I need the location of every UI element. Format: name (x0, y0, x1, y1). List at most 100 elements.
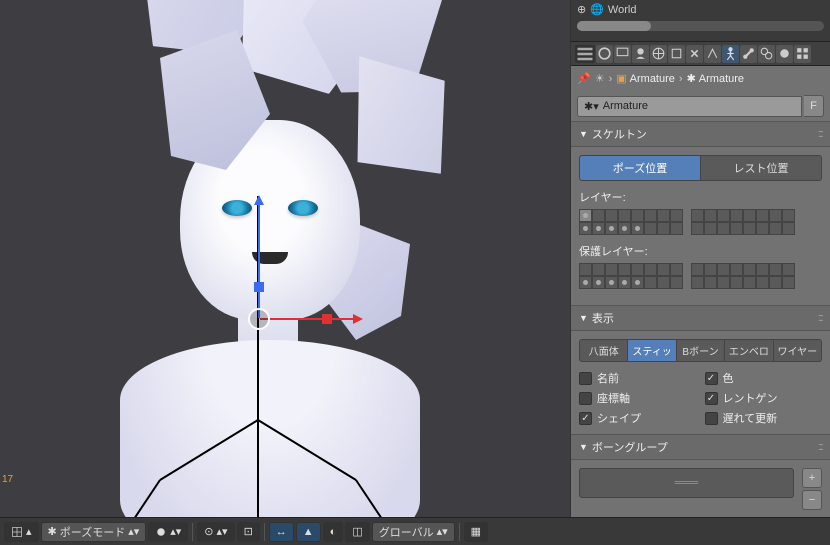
outliner[interactable]: ⊕ 🌐 World (571, 0, 830, 42)
gizmo-z-handle[interactable] (254, 282, 264, 292)
layer-cell[interactable] (657, 209, 670, 222)
rest-position-button[interactable]: レスト位置 (701, 155, 822, 181)
layer-cell[interactable] (631, 276, 644, 289)
fake-user-button[interactable]: F (804, 95, 824, 117)
layer-cell[interactable] (631, 222, 644, 235)
gizmo-x-axis[interactable] (260, 318, 360, 320)
layer-cell[interactable] (769, 263, 782, 276)
tab-scene[interactable] (632, 45, 649, 63)
orientation-select[interactable]: グローバル▴▾ (372, 522, 455, 542)
layer-cell[interactable] (743, 222, 756, 235)
tab-physics[interactable] (776, 45, 793, 63)
layer-cell[interactable] (782, 276, 795, 289)
panel-header-display[interactable]: ▼ 表示 :::: (571, 306, 830, 331)
layer-cell[interactable] (717, 222, 730, 235)
panel-grip-icon[interactable]: :::: (818, 441, 822, 453)
layer-cell[interactable] (743, 263, 756, 276)
tab-modifiers[interactable] (704, 45, 721, 63)
expand-icon[interactable]: ⊕ (577, 3, 586, 16)
layer-cell[interactable] (704, 209, 717, 222)
layer-cell[interactable] (644, 276, 657, 289)
layer-cell[interactable] (618, 222, 631, 235)
layer-cell[interactable] (618, 276, 631, 289)
layer-cell[interactable] (756, 222, 769, 235)
layer-cell[interactable] (605, 209, 618, 222)
layer-cell[interactable] (605, 263, 618, 276)
3d-viewport[interactable]: 17 (0, 0, 570, 517)
layer-cell[interactable] (743, 276, 756, 289)
panel-grip-icon[interactable]: :::: (818, 312, 822, 324)
layer-cell[interactable] (691, 209, 704, 222)
gizmo-center[interactable] (248, 308, 270, 330)
checkbox-xray[interactable] (705, 392, 718, 405)
datablock-name-field[interactable]: ✱▾ (577, 96, 802, 117)
layer-cell[interactable] (657, 263, 670, 276)
gizmo-x-handle[interactable] (322, 314, 332, 324)
layer-cell[interactable] (730, 222, 743, 235)
layer-cell[interactable] (704, 222, 717, 235)
layer-cell[interactable] (670, 222, 683, 235)
drawtype-octahedral[interactable]: 八面体 (579, 339, 628, 362)
drawtype-envelope[interactable]: エンベロ (725, 339, 773, 362)
toggle-icon[interactable]: ☀ (595, 72, 605, 85)
layer-cell[interactable] (769, 222, 782, 235)
layer-cell[interactable] (618, 209, 631, 222)
layer-cell[interactable] (644, 263, 657, 276)
checkbox-colors[interactable] (705, 372, 718, 385)
layer-cell[interactable] (670, 276, 683, 289)
checkbox-names[interactable] (579, 372, 592, 385)
layer-cell[interactable] (782, 263, 795, 276)
layer-cell[interactable] (717, 263, 730, 276)
drawtype-wire[interactable]: ワイヤー (774, 339, 822, 362)
tab-grid[interactable] (794, 45, 811, 63)
layer-cell[interactable] (730, 209, 743, 222)
layer-cell[interactable] (670, 263, 683, 276)
layer-cell[interactable] (782, 209, 795, 222)
add-bone-group-button[interactable]: + (802, 468, 822, 488)
layers-button[interactable]: ▦ (464, 522, 488, 542)
manipulator-scale[interactable]: ◫ (345, 522, 369, 542)
layer-cell[interactable] (657, 276, 670, 289)
gizmo-z-axis[interactable] (258, 198, 260, 318)
panel-grip-icon[interactable]: :::: (818, 128, 822, 140)
tab-world[interactable] (650, 45, 667, 63)
editor-type-menu[interactable]: ▴ (4, 522, 39, 542)
layer-cell[interactable] (717, 209, 730, 222)
layer-cell[interactable] (592, 209, 605, 222)
layer-cell[interactable] (730, 263, 743, 276)
layer-cell[interactable] (605, 276, 618, 289)
layer-cell[interactable] (769, 209, 782, 222)
tab-bone-constraint[interactable] (758, 45, 775, 63)
checkbox-axes[interactable] (579, 392, 592, 405)
layer-cell[interactable] (756, 209, 769, 222)
layer-cell[interactable] (631, 263, 644, 276)
layer-cell[interactable] (579, 276, 592, 289)
manipulator-rotate[interactable]: ◐ (323, 522, 344, 542)
layer-cell[interactable] (605, 222, 618, 235)
tab-render[interactable] (596, 45, 613, 63)
drawtype-stick[interactable]: スティッ (628, 339, 676, 362)
panel-header-bone-groups[interactable]: ▼ ボーングループ :::: (571, 435, 830, 460)
layer-cell[interactable] (644, 222, 657, 235)
layer-cell[interactable] (756, 276, 769, 289)
layer-cell[interactable] (579, 222, 592, 235)
tab-render-layers[interactable] (614, 45, 631, 63)
panel-header-skeleton[interactable]: ▼ スケルトン :::: (571, 122, 830, 147)
outliner-scrollbar[interactable] (577, 21, 824, 31)
manipulator-translate[interactable]: ▲ (296, 522, 321, 542)
mode-select[interactable]: ✱ポーズモード▴▾ (41, 522, 147, 542)
layer-cell[interactable] (730, 276, 743, 289)
layer-cell[interactable] (717, 276, 730, 289)
layer-cell[interactable] (579, 209, 592, 222)
pivot-menu[interactable]: ⊙▴▾ (197, 522, 234, 542)
pin-icon[interactable]: 📌 (577, 72, 591, 85)
pivot-option[interactable]: ⊡ (237, 522, 260, 542)
layer-cell[interactable] (704, 276, 717, 289)
manipulator-toggle[interactable]: ↔ (269, 522, 294, 542)
viewport-shading-sphere[interactable]: ▴▾ (148, 522, 188, 542)
layer-cell[interactable] (618, 263, 631, 276)
layer-cell[interactable] (782, 222, 795, 235)
layer-cell[interactable] (691, 222, 704, 235)
layer-cell[interactable] (769, 276, 782, 289)
layer-cell[interactable] (579, 263, 592, 276)
